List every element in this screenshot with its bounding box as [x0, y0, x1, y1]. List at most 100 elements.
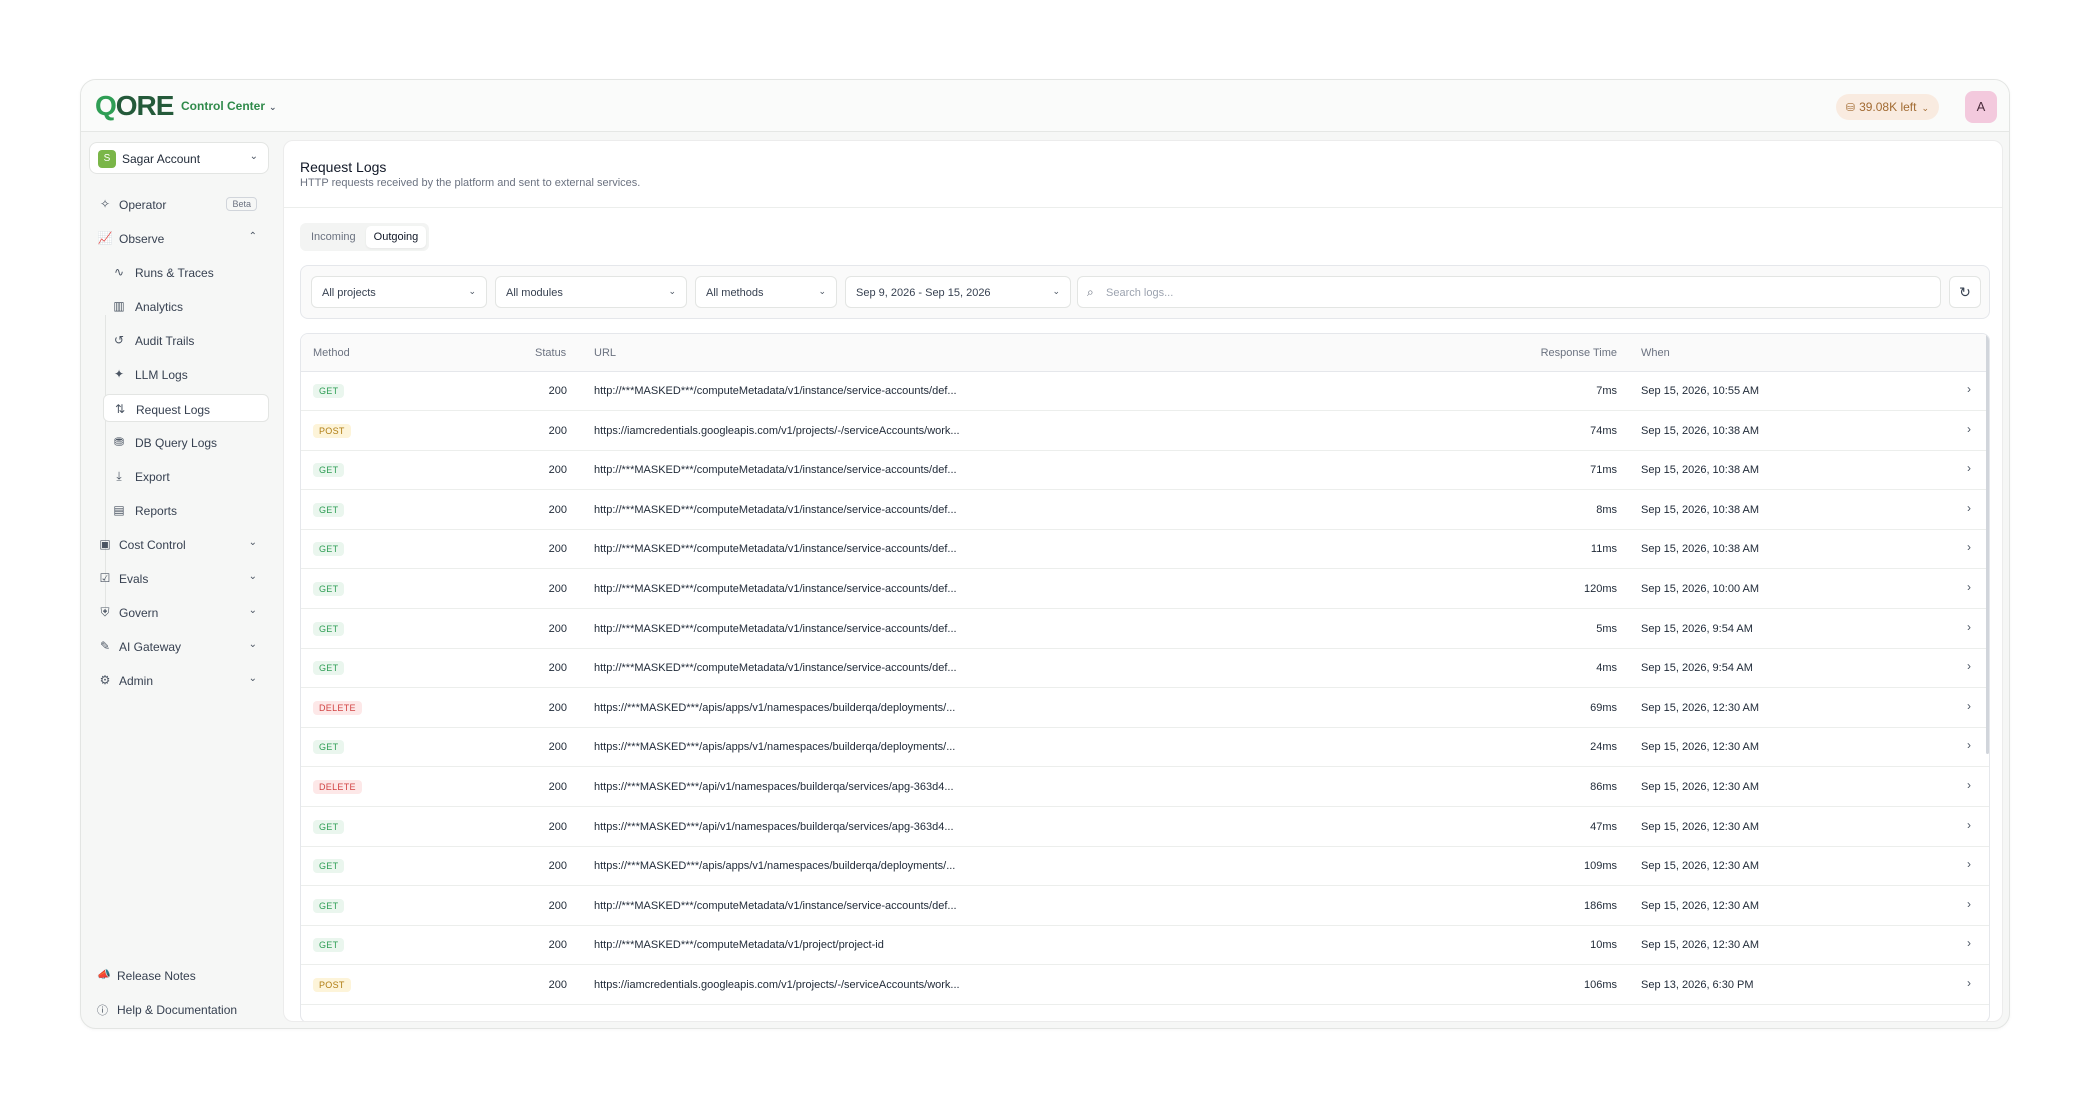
- method-badge: GET: [313, 621, 345, 636]
- account-switcher[interactable]: S Sagar Account ⌄: [89, 142, 269, 174]
- sidebar-item-label: Reports: [135, 504, 178, 518]
- account-badge: S: [98, 150, 116, 168]
- chevron-down-icon: ⌄: [248, 571, 257, 582]
- table-row[interactable]: GET 200 http://***MASKED***/computeMetadat…: [301, 451, 1989, 491]
- chevron-right-icon[interactable]: ›: [1967, 422, 1971, 436]
- modules-select[interactable]: All modules ⌄: [495, 276, 687, 308]
- table-row[interactable]: GET 200 https://***MASKED***/api/v1/namesp…: [301, 808, 1989, 847]
- chevron-right-icon[interactable]: ›: [1967, 738, 1971, 752]
- table-row[interactable]: POST 200 https://iamcredentials.googleapis…: [301, 966, 1989, 1005]
- method-badge: POST: [313, 423, 351, 438]
- column-response-time[interactable]: Response Time: [1541, 347, 1617, 359]
- request-url: http://***MASKED***/computeMetadata/v1/i…: [594, 622, 957, 635]
- chevron-right-icon[interactable]: ›: [1967, 461, 1971, 475]
- request-url: http://***MASKED***/computeMetadata/v1/i…: [594, 543, 957, 556]
- sidebar-item-label: Export: [135, 470, 170, 484]
- chevron-right-icon[interactable]: ›: [1967, 818, 1971, 832]
- chevron-right-icon[interactable]: ›: [1967, 382, 1971, 396]
- chevron-right-icon[interactable]: ›: [1967, 540, 1971, 554]
- sidebar-item-db-query-logs[interactable]: ⛃ DB Query Logs: [103, 428, 269, 456]
- method-badge: GET: [313, 384, 345, 398]
- response-time: 10ms: [1590, 939, 1617, 952]
- sidebar-item-cost-control[interactable]: ▣ Cost Control ⌄: [89, 530, 269, 558]
- table-row[interactable]: POST 200 https://iamcredentials.googleapis…: [301, 412, 1989, 451]
- sidebar-item-llm-logs[interactable]: ✦ LLM Logs: [103, 360, 269, 388]
- activity-icon: ∿: [113, 265, 125, 279]
- column-status[interactable]: Status: [535, 347, 566, 359]
- request-url: http://***MASKED***/computeMetadata/v1/i…: [594, 662, 957, 675]
- chevron-right-icon[interactable]: ›: [1967, 778, 1971, 792]
- release-notes-link[interactable]: 📣 Release Notes: [89, 964, 269, 988]
- search-box[interactable]: ⌕: [1077, 276, 1941, 308]
- sidebar-item-ai-gateway[interactable]: ✎ AI Gateway ⌄: [89, 632, 269, 660]
- response-time: 8ms: [1596, 503, 1617, 516]
- sidebar-item-label: Analytics: [135, 300, 184, 314]
- chevron-right-icon[interactable]: ›: [1967, 501, 1971, 515]
- chevron-right-icon[interactable]: ›: [1967, 976, 1971, 990]
- table-row[interactable]: GET 200 http://***MASKED***/computeMetadat…: [301, 372, 1989, 411]
- sidebar-item-operator[interactable]: ✧ Operator Beta: [89, 190, 269, 218]
- chevron-right-icon[interactable]: ›: [1967, 659, 1971, 673]
- table-row[interactable]: GET 200 http://***MASKED***/computeMetadat…: [301, 610, 1989, 649]
- chevron-right-icon[interactable]: ›: [1967, 936, 1971, 950]
- table-row[interactable]: GET 200 http://***MASKED***/computeMetadat…: [301, 887, 1989, 926]
- sidebar-item-runs-traces[interactable]: ∿ Runs & Traces: [103, 258, 269, 286]
- table-row[interactable]: GET 200 http://***MASKED***/computeMetadat…: [301, 649, 1989, 689]
- tab-outgoing[interactable]: Outgoing: [365, 226, 427, 248]
- column-when[interactable]: When: [1641, 347, 1670, 359]
- page-subtitle: HTTP requests received by the platform a…: [300, 177, 641, 189]
- database-icon: ⛃: [113, 435, 125, 449]
- table-row[interactable]: GET 200 http://***MASKED***/computeMetadat…: [301, 570, 1989, 609]
- chevron-right-icon[interactable]: ›: [1967, 580, 1971, 594]
- sidebar-item-admin[interactable]: ⚙ Admin ⌄: [89, 666, 269, 694]
- table-row[interactable]: GET 200 http://***MASKED***/computeMetadat…: [301, 926, 1989, 966]
- sidebar-item-label: Evals: [119, 572, 149, 586]
- tab-incoming[interactable]: Incoming: [303, 226, 364, 248]
- table-scrollbar[interactable]: [1986, 334, 1989, 754]
- bar-chart-icon: ▥: [113, 299, 125, 313]
- table-row[interactable]: GET 200 http://***MASKED***/computeMetadat…: [301, 491, 1989, 530]
- status-code: 200: [548, 939, 567, 952]
- response-time: 69ms: [1590, 701, 1617, 714]
- sidebar-item-observe[interactable]: 📈 Observe ⌃: [89, 224, 269, 252]
- table-row[interactable]: DELETE 200 https://***MASKED***/apis/apps/…: [301, 689, 1989, 728]
- product-switcher[interactable]: Control Center ⌄: [181, 99, 277, 113]
- chevron-down-icon: ⌄: [1921, 103, 1929, 113]
- search-input[interactable]: [1106, 283, 1926, 303]
- timestamp: Sep 15, 2026, 12:30 AM: [1641, 899, 1760, 912]
- credits-badge[interactable]: ⛁ 39.08K left ⌄: [1835, 94, 1939, 120]
- refresh-button[interactable]: ↻: [1949, 276, 1981, 308]
- response-time: 47ms: [1590, 820, 1617, 833]
- sidebar-item-audit-trails[interactable]: ↺ Audit Trails: [103, 326, 269, 354]
- table-row[interactable]: GET 200 https://***MASKED***/apis/apps/v1/…: [301, 847, 1989, 887]
- table-row[interactable]: DELETE 200 https://***MASKED***/api/v1/nam…: [301, 768, 1989, 807]
- user-avatar[interactable]: A: [1965, 91, 1997, 123]
- chart-line-icon: 📈: [97, 231, 113, 245]
- column-method[interactable]: Method: [313, 347, 350, 359]
- help-documentation-link[interactable]: ⓘ Help & Documentation: [89, 998, 269, 1022]
- chevron-right-icon[interactable]: ›: [1967, 620, 1971, 634]
- qore-logo[interactable]: QORE: [95, 90, 174, 122]
- sidebar-item-reports[interactable]: ▤ Reports: [103, 496, 269, 524]
- coins-icon: ⛁: [1845, 102, 1856, 114]
- sidebar-item-request-logs[interactable]: ⇅ Request Logs: [103, 394, 269, 422]
- methods-select[interactable]: All methods ⌄: [695, 276, 837, 308]
- column-url[interactable]: URL: [594, 347, 616, 359]
- projects-select[interactable]: All projects ⌄: [311, 276, 487, 308]
- sidebar-item-analytics[interactable]: ▥ Analytics: [103, 292, 269, 320]
- logo-q: Q: [95, 90, 117, 121]
- sidebar-item-govern[interactable]: ⛨ Govern ⌄: [89, 598, 269, 626]
- sidebar-item-label: Runs & Traces: [135, 266, 214, 280]
- chevron-right-icon[interactable]: ›: [1967, 699, 1971, 713]
- sidebar-item-evals[interactable]: ☑ Evals ⌄: [89, 564, 269, 592]
- table-row[interactable]: GET 200 https://***MASKED***/apis/apps/v1/…: [301, 728, 1989, 768]
- date-range-picker[interactable]: Sep 9, 2026 - Sep 15, 2026 ⌄: [845, 276, 1071, 308]
- method-badge: GET: [313, 898, 345, 913]
- response-time: 4ms: [1596, 662, 1617, 675]
- sidebar-item-export[interactable]: ⤓ Export: [103, 462, 269, 490]
- chevron-right-icon[interactable]: ›: [1967, 857, 1971, 871]
- method-badge: GET: [313, 740, 345, 755]
- table-row[interactable]: GET 200 http://***MASKED***/computeMetadat…: [301, 530, 1989, 570]
- chevron-right-icon[interactable]: ›: [1967, 897, 1971, 911]
- chevron-up-icon: ⌃: [248, 231, 257, 242]
